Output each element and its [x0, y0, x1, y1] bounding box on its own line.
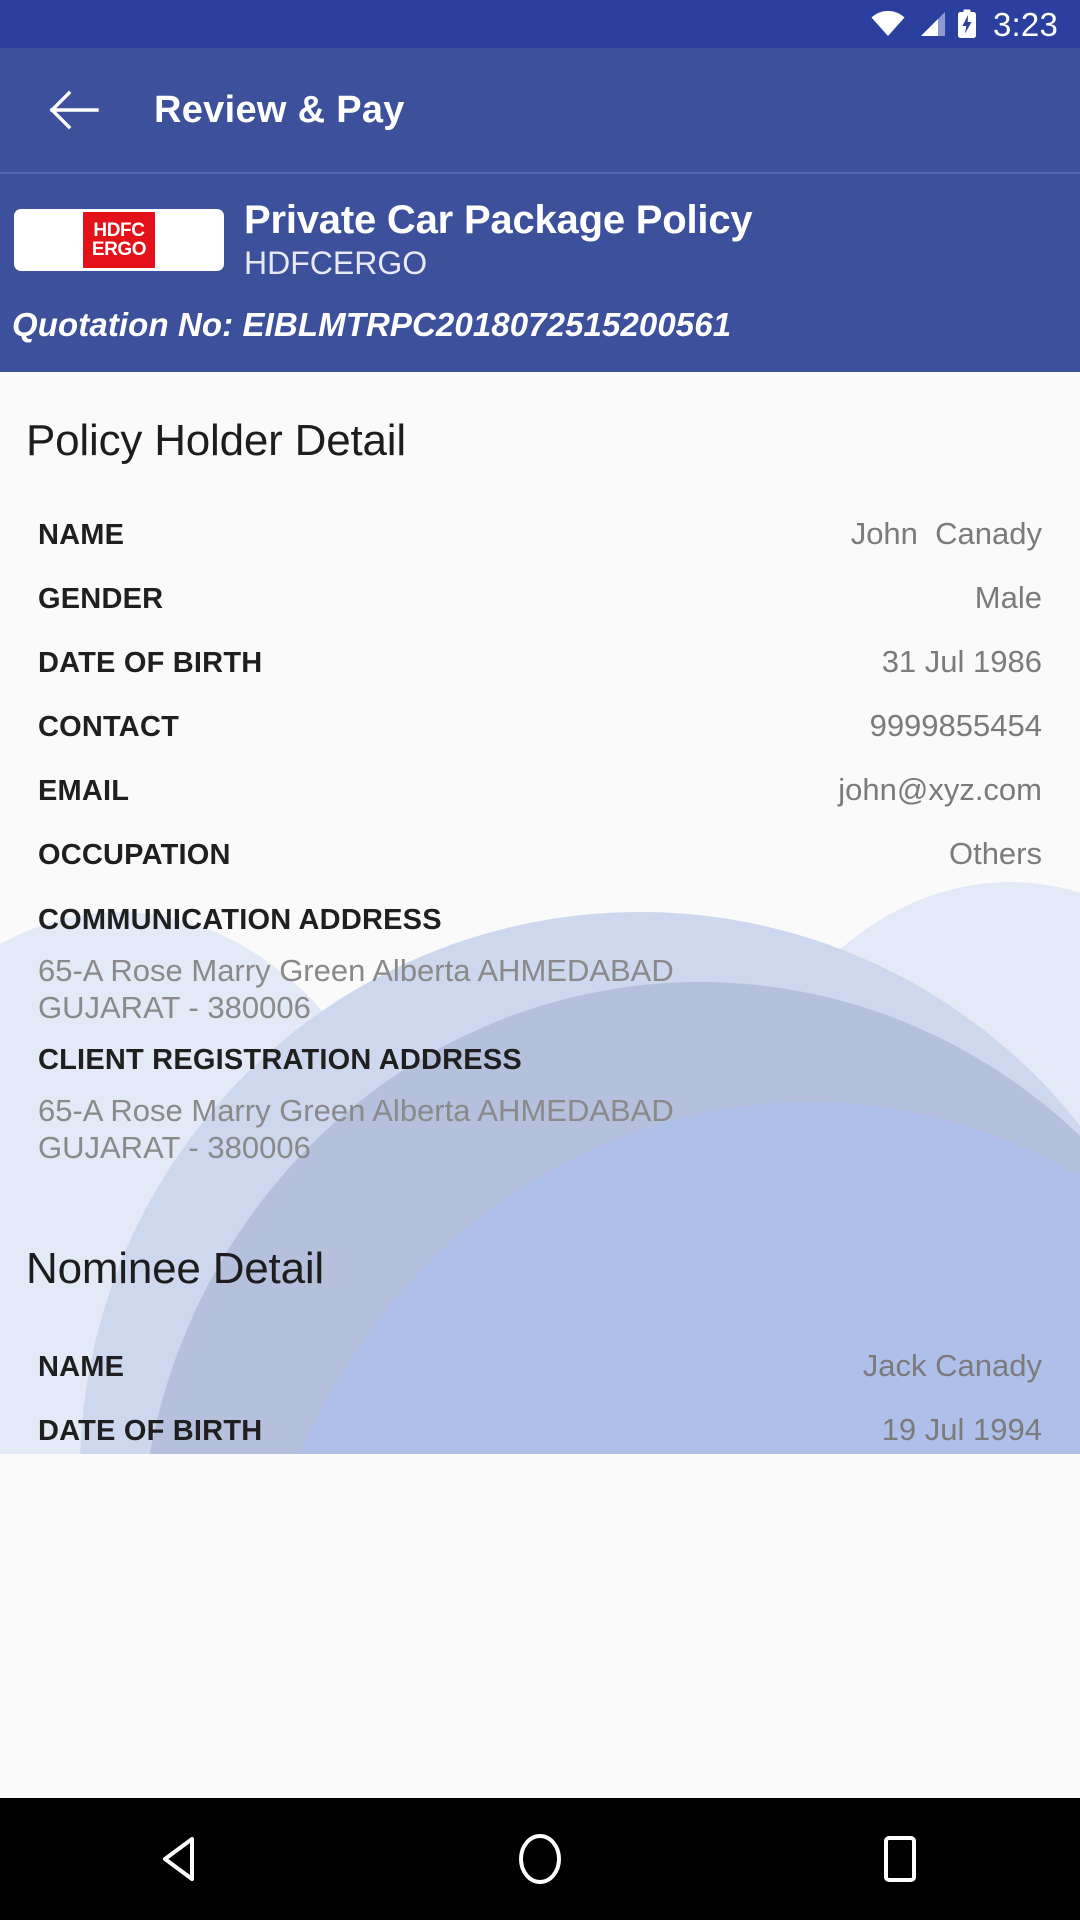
row-label: OCCUPATION: [38, 839, 231, 871]
table-row: NAME John Canady: [38, 502, 1042, 566]
policy-holder-rows: NAME John Canady GENDER Male DATE OF BIR…: [0, 502, 1080, 1166]
policy-holder-title: Policy Holder Detail: [26, 416, 406, 465]
quotation-number-line: Quotation No: EIBLMTRPC2018072515200561: [0, 288, 1080, 362]
table-row: EMAIL john@xyz.com: [38, 758, 1042, 822]
row-label: NAME: [38, 519, 125, 551]
row-label: GENDER: [38, 583, 164, 615]
row-label: EMAIL: [38, 775, 130, 807]
row-value: John Canady: [850, 516, 1042, 551]
row-label: NAME: [38, 1351, 125, 1384]
block-value: 65-A Rose Marry Green Alberta AHMEDABAD …: [38, 953, 674, 1025]
nominee-section: Nominee Detail NAME Jack Canady DATE OF …: [0, 1200, 1080, 1454]
row-value: 31 Jul 1986: [881, 644, 1042, 679]
table-row: DATE OF BIRTH 19 Jul 1994: [38, 1398, 1042, 1454]
table-row: CONTACT 9999855454: [38, 694, 1042, 758]
block-label: CLIENT REGISTRATION ADDRESS: [38, 1044, 522, 1077]
home-circle-icon[interactable]: [480, 1799, 600, 1919]
recents-square-icon[interactable]: [840, 1799, 960, 1919]
quotation-label: Quotation No:: [12, 306, 234, 343]
client-registration-address-block: CLIENT REGISTRATION ADDRESS 65-A Rose Ma…: [38, 1026, 1042, 1166]
policy-insurer-name: HDFCERGO: [244, 245, 428, 281]
block-label: COMMUNICATION ADDRESS: [38, 904, 442, 936]
row-value: Jack Canady: [862, 1348, 1042, 1384]
android-nav-bar: [0, 1798, 1080, 1920]
wifi-icon: [871, 11, 905, 37]
table-row: GENDER Male: [38, 566, 1042, 630]
logo-line-1: HDFC: [93, 220, 145, 241]
row-value: Male: [974, 580, 1042, 615]
policy-product-name: Private Car Package Policy: [244, 198, 753, 242]
row-value: john@xyz.com: [838, 772, 1042, 807]
logo-line-2: ERGO: [91, 239, 147, 260]
hdfc-ergo-logo: HDFC ERGO: [14, 209, 224, 271]
row-value: Others: [948, 836, 1042, 871]
policy-header-card: HDFC ERGO Private Car Package Policy HDF…: [0, 172, 1080, 372]
policy-holder-section: Policy Holder Detail NAME John Canady GE…: [0, 372, 1080, 1166]
cellular-signal-icon: [916, 11, 946, 37]
scroll-content[interactable]: Policy Holder Detail NAME John Canady GE…: [0, 372, 1080, 1454]
quotation-number: EIBLMTRPC2018072515200561: [242, 306, 732, 343]
battery-charging-icon: [957, 9, 977, 39]
logo-red-block: HDFC ERGO: [83, 212, 155, 268]
back-triangle-icon[interactable]: [120, 1799, 240, 1919]
table-row: DATE OF BIRTH 31 Jul 1986: [38, 630, 1042, 694]
page-title: Review & Pay: [154, 88, 405, 131]
app-bar: Review & Pay: [0, 48, 1080, 172]
row-value: 19 Jul 1994: [881, 1412, 1042, 1448]
policy-summary-row: HDFC ERGO Private Car Package Policy HDF…: [0, 172, 1080, 288]
block-value: 65-A Rose Marry Green Alberta AHMEDABAD …: [38, 1093, 674, 1165]
arrow-left-icon[interactable]: [46, 82, 102, 138]
row-label: DATE OF BIRTH: [38, 647, 263, 679]
nominee-rows: NAME Jack Canady DATE OF BIRTH 19 Jul 19…: [0, 1334, 1080, 1454]
nominee-title: Nominee Detail: [26, 1244, 325, 1294]
table-row: OCCUPATION Others: [38, 822, 1042, 886]
row-label: DATE OF BIRTH: [38, 1415, 263, 1448]
row-label: CONTACT: [38, 711, 180, 743]
communication-address-block: COMMUNICATION ADDRESS 65-A Rose Marry Gr…: [38, 886, 1042, 1026]
status-time: 3:23: [992, 5, 1058, 43]
policy-text-group: Private Car Package Policy HDFCERGO: [244, 198, 753, 282]
table-row: NAME Jack Canady: [38, 1334, 1042, 1398]
row-value: 9999855454: [869, 708, 1042, 743]
status-bar: 3:23: [0, 0, 1080, 48]
